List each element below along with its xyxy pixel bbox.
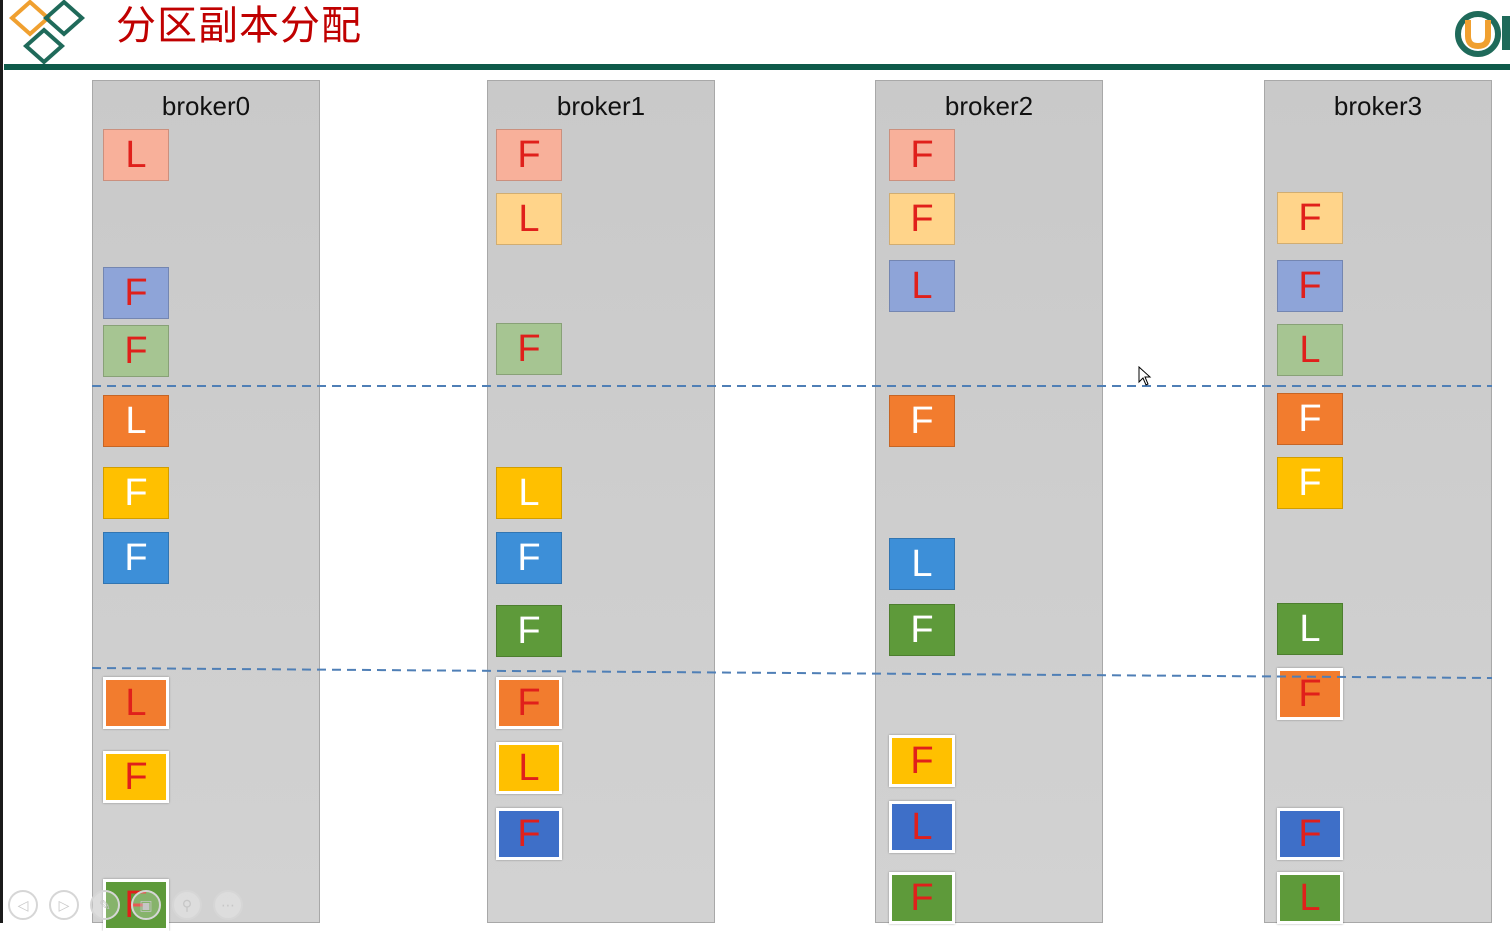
pen-tool-icon[interactable]: ✎ xyxy=(90,890,120,920)
broker-label: broker0 xyxy=(161,91,251,121)
mouse-cursor-icon xyxy=(1138,366,1152,386)
broker-column-1: broker1 F L F L F F F L F xyxy=(487,80,715,923)
leader-replica: L xyxy=(1277,872,1343,924)
follower-replica: F xyxy=(103,532,169,584)
window-edge xyxy=(0,0,3,923)
more-options-icon[interactable]: ⋯ xyxy=(213,890,243,920)
follower-replica: F xyxy=(1277,457,1343,509)
leader-replica: L xyxy=(496,742,562,794)
leader-replica: L xyxy=(1277,324,1343,376)
follower-replica: F xyxy=(1277,192,1343,244)
leader-replica: L xyxy=(496,467,562,519)
follower-replica: F xyxy=(496,323,562,375)
brand-u-icon xyxy=(1455,11,1510,57)
follower-replica: F xyxy=(496,808,562,860)
follower-replica: F xyxy=(496,605,562,657)
follower-replica: F xyxy=(103,325,169,377)
zoom-icon[interactable]: ⚲ xyxy=(172,890,202,920)
diamond-logo-icon xyxy=(8,0,86,65)
leader-replica: L xyxy=(889,260,955,312)
follower-replica: F xyxy=(103,751,169,803)
previous-slide-icon[interactable]: ◁ xyxy=(8,890,38,920)
broker-label: broker1 xyxy=(556,91,646,121)
follower-replica: F xyxy=(889,735,955,787)
follower-replica: F xyxy=(496,129,562,181)
leader-replica: L xyxy=(889,801,955,853)
follower-replica: F xyxy=(496,532,562,584)
leader-replica: L xyxy=(103,129,169,181)
follower-replica: F xyxy=(1277,393,1343,445)
follower-replica: F xyxy=(889,872,955,924)
title-underline xyxy=(4,64,1510,70)
follower-replica: F xyxy=(1277,808,1343,860)
leader-replica: L xyxy=(103,395,169,447)
follower-replica: F xyxy=(889,193,955,245)
follower-replica: F xyxy=(889,395,955,447)
broker-label: broker3 xyxy=(1333,91,1423,121)
slides-overview-icon[interactable]: ▣ xyxy=(131,890,161,920)
next-slide-icon[interactable]: ▷ xyxy=(49,890,79,920)
follower-replica: F xyxy=(1277,668,1343,720)
follower-replica: F xyxy=(889,604,955,656)
follower-replica: F xyxy=(496,677,562,729)
follower-replica: F xyxy=(103,267,169,319)
broker-label: broker2 xyxy=(944,91,1034,121)
leader-replica: L xyxy=(889,538,955,590)
slide-header: 分区副本分配 xyxy=(0,0,1510,70)
follower-replica: F xyxy=(103,467,169,519)
leader-replica: L xyxy=(1277,603,1343,655)
page-title: 分区副本分配 xyxy=(116,3,362,49)
broker-column-0: broker0 L F F L F F L F F xyxy=(92,80,320,931)
follower-replica: F xyxy=(889,129,955,181)
follower-replica: F xyxy=(1277,260,1343,312)
broker-column-3: broker3 F F L F F L F F L xyxy=(1264,80,1492,924)
leader-replica: L xyxy=(496,193,562,245)
broker-column-2: broker2 F F L F L F F L F xyxy=(875,80,1103,924)
leader-replica: L xyxy=(103,677,169,729)
